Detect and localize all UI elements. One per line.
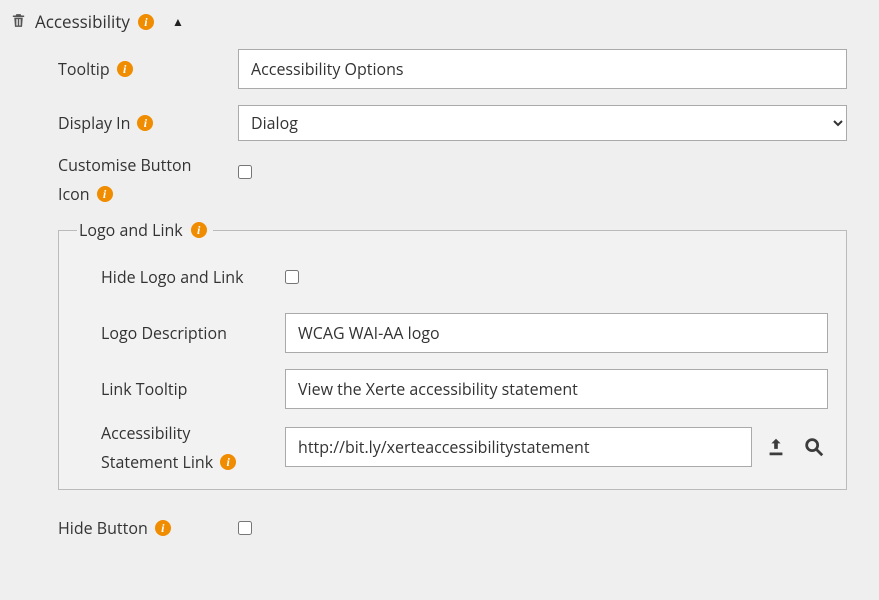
label-hide-logo-text: Hide Logo and Link [101,266,243,288]
row-customise-icon: Customise Button Icon i [58,155,847,209]
label-display-in: Display In i [58,112,238,134]
info-icon[interactable]: i [117,61,133,77]
row-logo-description: Logo Description [101,311,828,355]
row-display-in: Display In i Dialog [58,101,847,145]
row-hide-button: Hide Button i [58,506,847,550]
label-accessibility-link-l1: Accessibility [101,423,190,445]
label-accessibility-link: Accessibility Statement Link i [101,423,285,473]
label-hide-button-text: Hide Button [58,517,148,539]
logo-group-legend-text: Logo and Link [79,219,183,241]
row-hide-logo: Hide Logo and Link [101,255,828,299]
info-icon[interactable]: i [191,222,207,238]
label-hide-logo: Hide Logo and Link [101,266,285,288]
row-link-tooltip: Link Tooltip [101,367,828,411]
label-display-in-text: Display In [58,112,130,134]
logo-and-link-group: Logo and Link i Hide Logo and Link Log [58,219,847,490]
label-accessibility-link-l2: Statement Link [101,452,213,474]
collapse-toggle[interactable]: ▲ [172,13,184,30]
label-hide-button: Hide Button i [58,517,238,539]
section-header: Accessibility i ▲ [8,6,871,47]
display-in-select[interactable]: Dialog [238,105,847,141]
section-title: Accessibility [35,10,130,33]
info-icon[interactable]: i [138,14,154,30]
tooltip-input[interactable] [238,49,847,89]
label-tooltip-text: Tooltip [58,58,110,80]
upload-icon[interactable] [762,433,790,461]
link-tooltip-input[interactable] [285,369,828,409]
hide-logo-checkbox[interactable] [285,270,299,284]
logo-group-legend: Logo and Link i [77,219,213,241]
label-customise-icon-l2: Icon [58,184,90,206]
label-link-tooltip-text: Link Tooltip [101,378,187,400]
customise-icon-checkbox[interactable] [238,165,252,179]
label-link-tooltip: Link Tooltip [101,378,285,400]
label-tooltip: Tooltip i [58,58,238,80]
row-accessibility-link: Accessibility Statement Link i [101,423,828,477]
label-customise-icon: Customise Button Icon i [58,155,238,205]
accessibility-link-input[interactable] [285,427,752,467]
row-tooltip: Tooltip i [58,47,847,91]
section-body: Tooltip i Display In i Dialog Customise … [8,47,871,550]
info-icon[interactable]: i [137,115,153,131]
logo-description-input[interactable] [285,313,828,353]
label-logo-description-text: Logo Description [101,322,227,344]
accessibility-section: Accessibility i ▲ Tooltip i Display In i… [0,0,879,568]
info-icon[interactable]: i [220,454,236,470]
hide-button-checkbox[interactable] [238,521,252,535]
info-icon[interactable]: i [97,186,113,202]
trash-icon[interactable] [10,12,27,32]
label-customise-icon-l1: Customise Button [58,155,191,177]
label-logo-description: Logo Description [101,322,285,344]
info-icon[interactable]: i [155,520,171,536]
search-icon[interactable] [800,433,828,461]
